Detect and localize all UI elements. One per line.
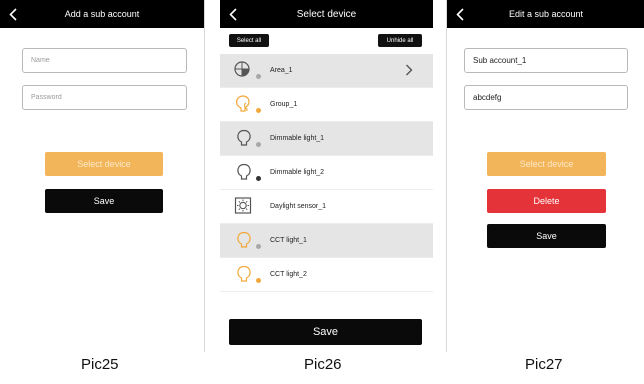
caption-pic25: Pic25 [81,356,119,373]
back-button[interactable] [6,6,20,22]
save-button[interactable]: Save [487,224,606,248]
device-label: Dimmable light_1 [270,135,325,142]
status-dot [256,74,261,79]
select-all-label: Select all [236,37,262,44]
save-button[interactable]: Save [45,189,163,213]
group-bulb-icon [236,95,250,112]
edit-sub-account-screen: Edit a sub account Select device Delete … [446,0,644,352]
bulb-icon [237,231,251,248]
caption-pic27: Pic27 [525,356,563,373]
header-bar: Edit a sub account [447,0,644,28]
name-input[interactable] [464,48,628,73]
status-dot [256,142,261,147]
device-label: Dimmable light_2 [270,169,325,176]
bulb-icon [237,163,251,180]
device-row-dimmable-light-2[interactable]: Dimmable light_2 [220,156,433,190]
device-label: CCT light_2 [270,271,307,278]
device-row-cct-light-1[interactable]: CCT light_1 [220,224,433,258]
area-icon [234,61,250,77]
device-list: Area_1 Group_1 Dimmable light_1 Dimmable… [220,54,433,292]
delete-label: Delete [533,196,560,206]
select-device-button[interactable]: Select device [45,152,163,176]
select-device-label: Select device [519,159,574,169]
unhide-all-button[interactable]: Unhide all [378,34,422,47]
status-dot [256,278,261,283]
page-title: Edit a sub account [508,9,584,19]
save-label: Save [312,326,339,338]
back-button[interactable] [226,6,240,22]
page-title: Add a sub account [64,9,140,19]
save-button[interactable]: Save [229,319,422,345]
device-label: Daylight sensor_1 [270,203,327,210]
chevron-left-icon [456,7,464,21]
status-dot [256,108,261,113]
name-input[interactable] [22,48,187,73]
add-sub-account-screen: Add a sub account Select device Save [0,0,205,352]
chevron-right-icon[interactable] [405,64,413,76]
header-bar: Add a sub account [0,0,204,28]
status-dot [256,176,261,181]
select-all-button[interactable]: Select all [229,34,269,47]
device-row-group-1[interactable]: Group_1 [220,88,433,122]
password-input[interactable] [22,85,187,110]
caption-pic26: Pic26 [304,356,342,373]
device-row-dimmable-light-1[interactable]: Dimmable light_1 [220,122,433,156]
select-device-button[interactable]: Select device [487,152,606,176]
bulb-icon [237,265,251,282]
device-row-cct-light-2[interactable]: CCT light_2 [220,258,433,292]
delete-button[interactable]: Delete [487,189,606,213]
chevron-left-icon [9,7,17,21]
status-dot [256,244,261,249]
select-device-label: Select device [77,159,131,169]
device-label: Group_1 [270,101,298,108]
save-label: Save [93,196,115,206]
chevron-left-icon [229,7,237,21]
device-label: Area_1 [270,67,293,74]
password-input[interactable] [464,85,628,110]
save-label: Save [536,231,557,241]
page-title: Select device [296,8,357,20]
bulb-icon [237,129,251,146]
device-row-daylight-sensor-1[interactable]: Daylight sensor_1 [220,190,433,224]
header-bar: Select device [220,0,433,28]
device-label: CCT light_1 [270,237,307,244]
device-row-area-1[interactable]: Area_1 [220,54,433,88]
daylight-sensor-icon [234,197,252,214]
select-device-screen: Select device Select all Unhide all Area… [220,0,433,352]
back-button[interactable] [453,6,467,22]
unhide-all-label: Unhide all [386,37,414,44]
